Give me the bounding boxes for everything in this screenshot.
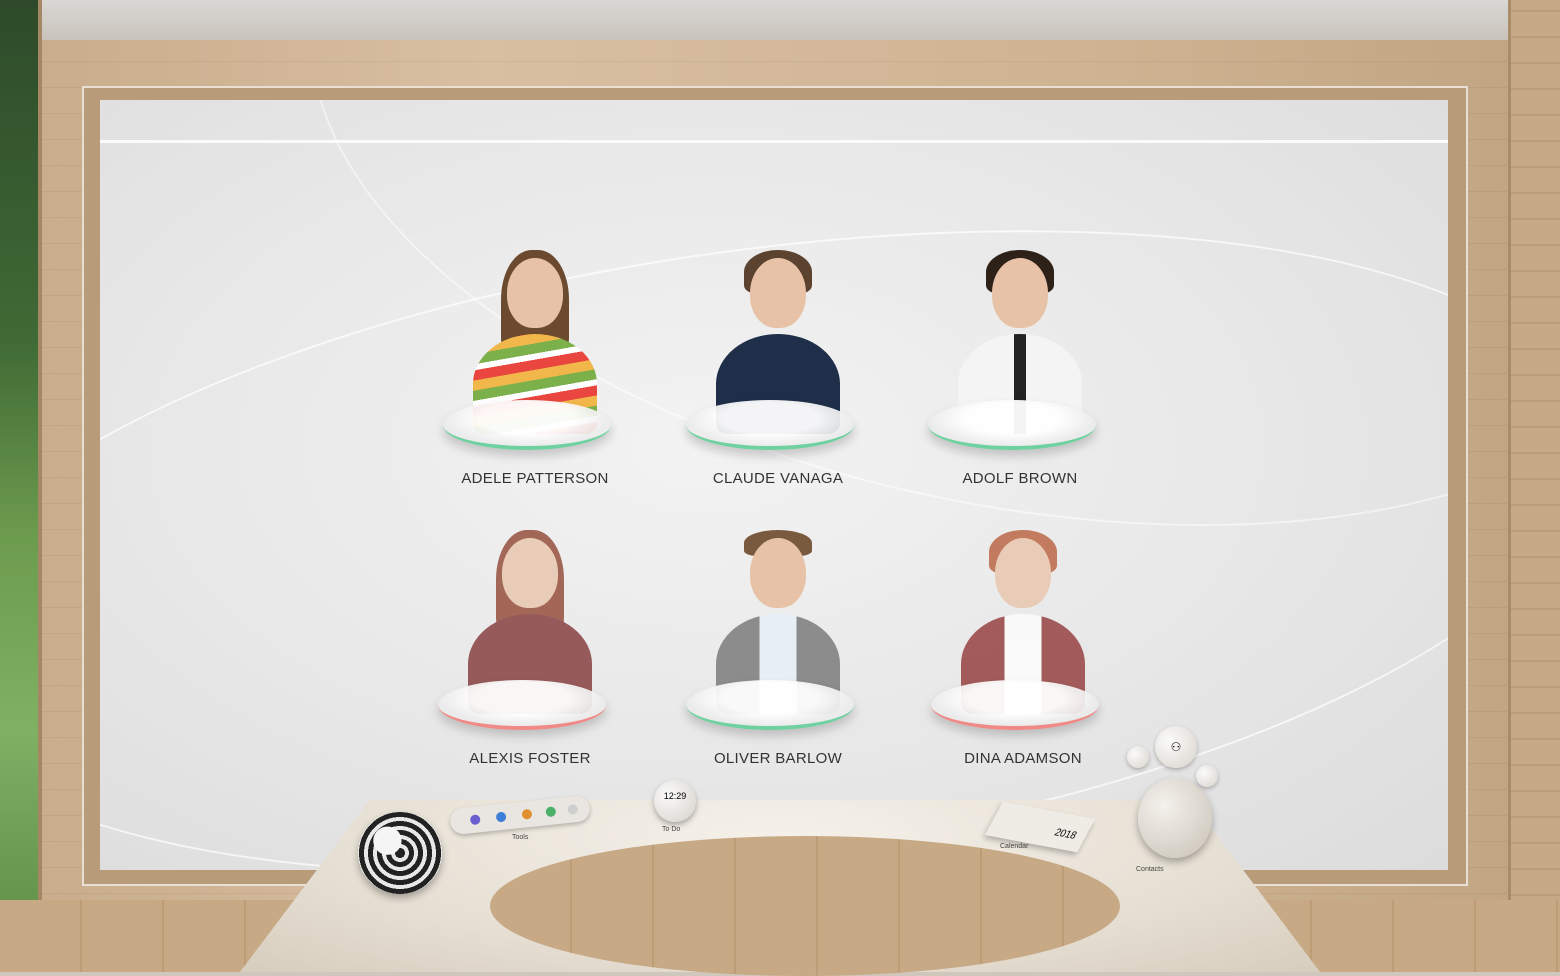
status-pedestal (686, 400, 854, 450)
contact-card[interactable]: CLAUDE VANAGA (678, 250, 878, 500)
status-pedestal (443, 400, 611, 450)
contacts-screen: ADELE PATTERSON CLAUDE VANAGA ADOLF BROW… (100, 100, 1448, 870)
status-pedestal (686, 680, 854, 730)
window-left (0, 0, 42, 972)
wall-right (1508, 0, 1560, 972)
contact-name: ALEXIS FOSTER (469, 750, 591, 767)
tool-dot-icon[interactable] (545, 806, 557, 818)
todo-label: To Do (662, 826, 681, 833)
tool-dot-icon[interactable] (469, 814, 481, 826)
contact-name: ADOLF BROWN (962, 470, 1078, 487)
tool-dot-icon[interactable] (495, 811, 507, 823)
calendar-label: Calendar (1000, 843, 1029, 850)
contact-name: DINA ADAMSON (964, 750, 1082, 767)
tool-dot-icon[interactable] (567, 803, 579, 815)
contact-card[interactable]: DINA ADAMSON (923, 530, 1123, 780)
contacts-group-icon[interactable]: ⚇ (1155, 726, 1197, 768)
status-pedestal (438, 680, 606, 730)
contact-name: ADELE PATTERSON (461, 470, 609, 487)
tools-label: Tools (512, 834, 529, 841)
status-pedestal (928, 400, 1096, 450)
contacts-settings-icon[interactable] (1196, 765, 1218, 787)
contact-card[interactable]: ALEXIS FOSTER (430, 530, 630, 780)
contacts-orb[interactable] (1138, 778, 1212, 858)
calendar-year: 2018 (1052, 827, 1079, 842)
contact-name: CLAUDE VANAGA (712, 470, 844, 487)
sphere-lattice-icon[interactable] (358, 812, 442, 894)
clock-widget[interactable]: 12:29 (654, 780, 696, 822)
contacts-label: Contacts (1136, 866, 1164, 873)
contact-card[interactable]: ADOLF BROWN (920, 250, 1120, 500)
contact-card[interactable]: OLIVER BARLOW (678, 530, 878, 780)
contact-name: OLIVER BARLOW (713, 750, 843, 767)
dock-shelf-opening (490, 836, 1120, 976)
tool-dot-icon[interactable] (521, 808, 533, 820)
status-pedestal (931, 680, 1099, 730)
clock-time: 12:29 (663, 791, 687, 801)
contact-card[interactable]: ADELE PATTERSON (435, 250, 635, 500)
contacts-small-icon[interactable] (1127, 746, 1149, 768)
ceiling (0, 0, 1560, 40)
